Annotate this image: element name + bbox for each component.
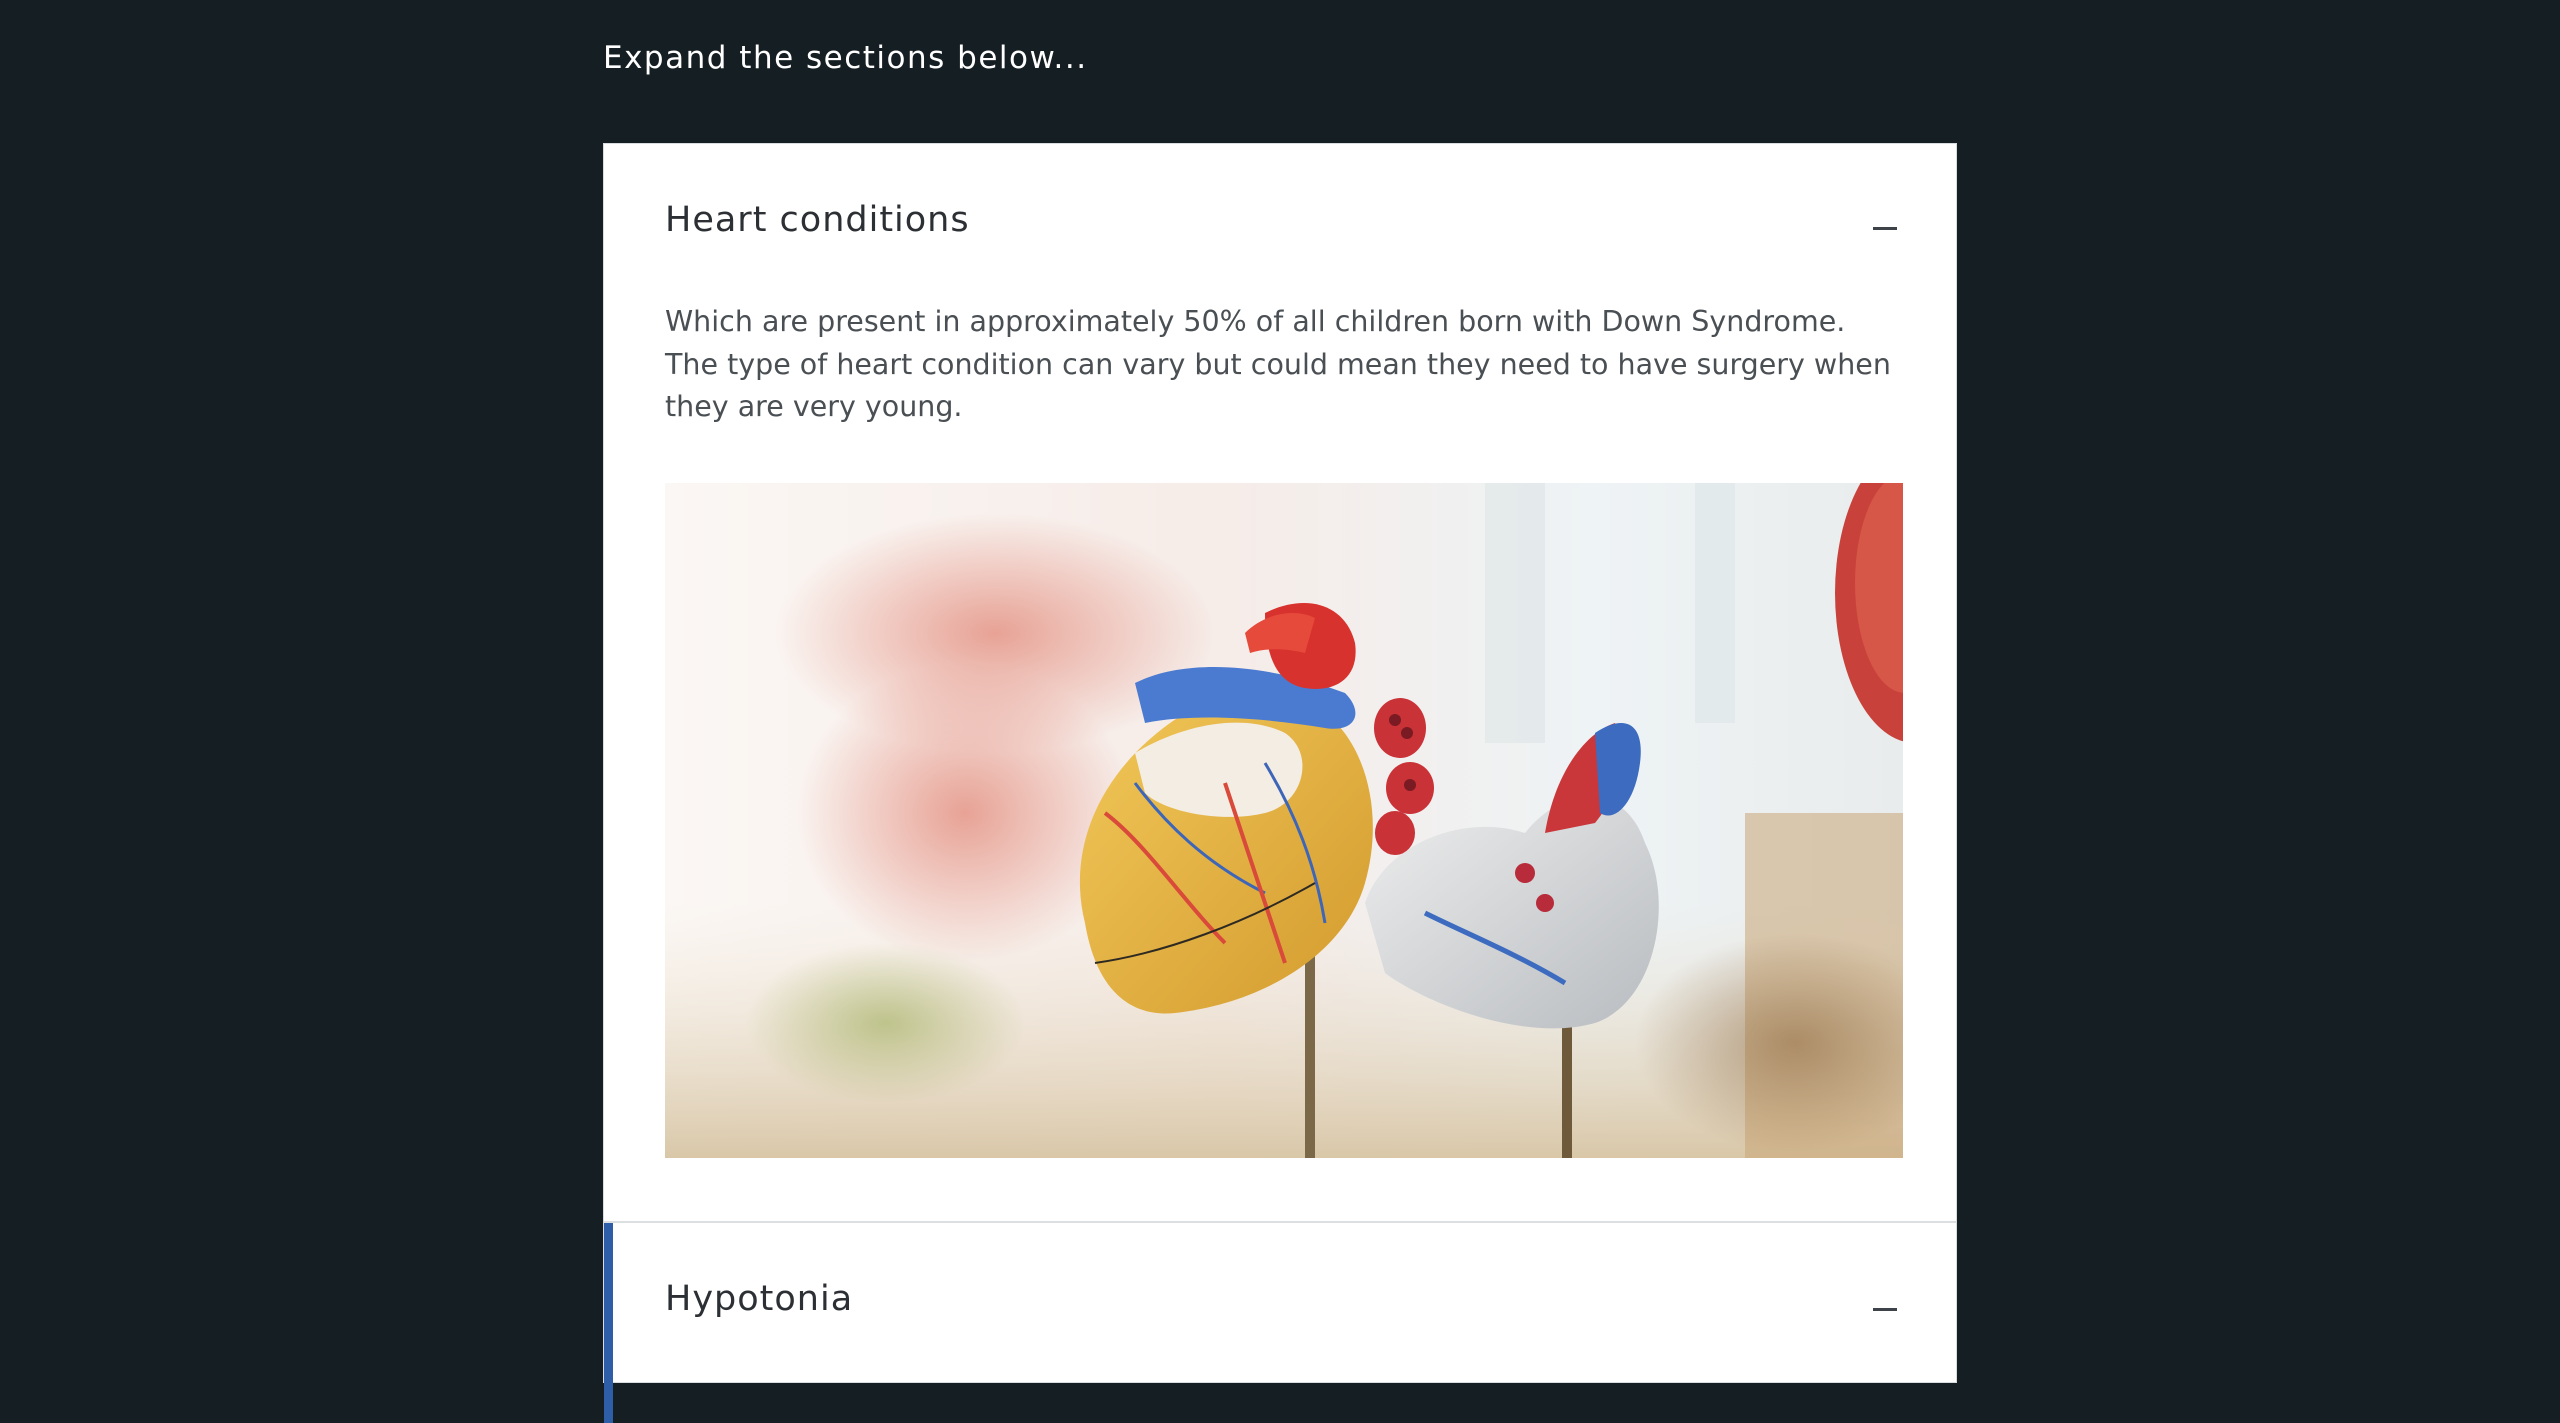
accordion-section-hypotonia: Hypotonia	[604, 1221, 1956, 1423]
accordion-body-text: Which are present in approximately 50% o…	[665, 305, 1891, 423]
minus-icon	[1873, 227, 1897, 230]
focus-indicator	[604, 1223, 613, 1423]
minus-icon	[1873, 1308, 1897, 1311]
collapse-toggle-hypotonia[interactable]	[1872, 1295, 1900, 1323]
intro-text: Expand the sections below...	[603, 40, 1088, 76]
collapse-toggle-heart-conditions[interactable]	[1872, 214, 1900, 242]
accordion: Heart conditions Which are present in ap…	[603, 143, 1957, 1423]
heart-model-photo	[665, 483, 1903, 1158]
accordion-header-heart-conditions[interactable]: Heart conditions	[665, 200, 970, 240]
accordion-header-hypotonia[interactable]: Hypotonia	[665, 1279, 853, 1319]
accordion-section-heart-conditions: Heart conditions Which are present in ap…	[604, 144, 1956, 1221]
